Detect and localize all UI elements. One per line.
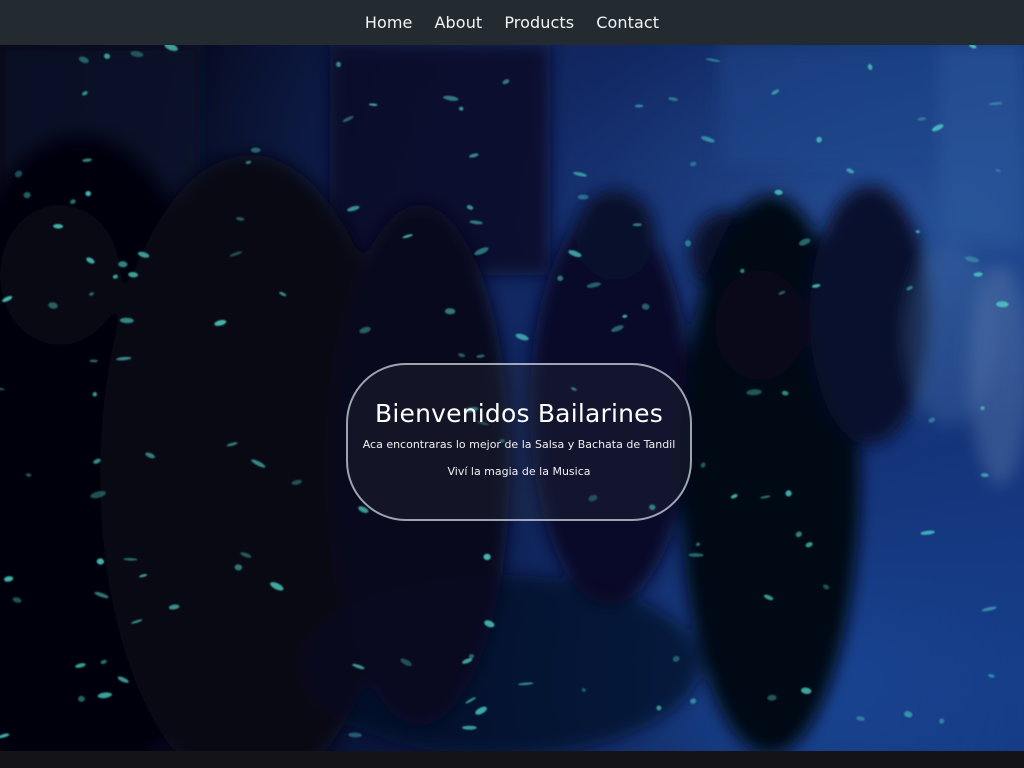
footer-strip xyxy=(0,751,1024,768)
top-navbar: Home About Products Contact xyxy=(0,0,1024,45)
welcome-subtitle: Aca encontraras lo mejor de la Salsa y B… xyxy=(362,438,676,451)
nav-link-products[interactable]: Products xyxy=(504,13,574,32)
nav-link-about[interactable]: About xyxy=(435,13,483,32)
light-spot xyxy=(462,725,477,730)
nav-link-contact[interactable]: Contact xyxy=(596,13,659,32)
hero-section: Bienvenidos Bailarines Aca encontraras l… xyxy=(0,45,1024,751)
nav-link-home[interactable]: Home xyxy=(365,13,413,32)
welcome-card: Bienvenidos Bailarines Aca encontraras l… xyxy=(346,363,692,521)
welcome-tagline: Viví la magia de la Musica xyxy=(447,465,591,478)
welcome-title: Bienvenidos Bailarines xyxy=(375,399,663,428)
